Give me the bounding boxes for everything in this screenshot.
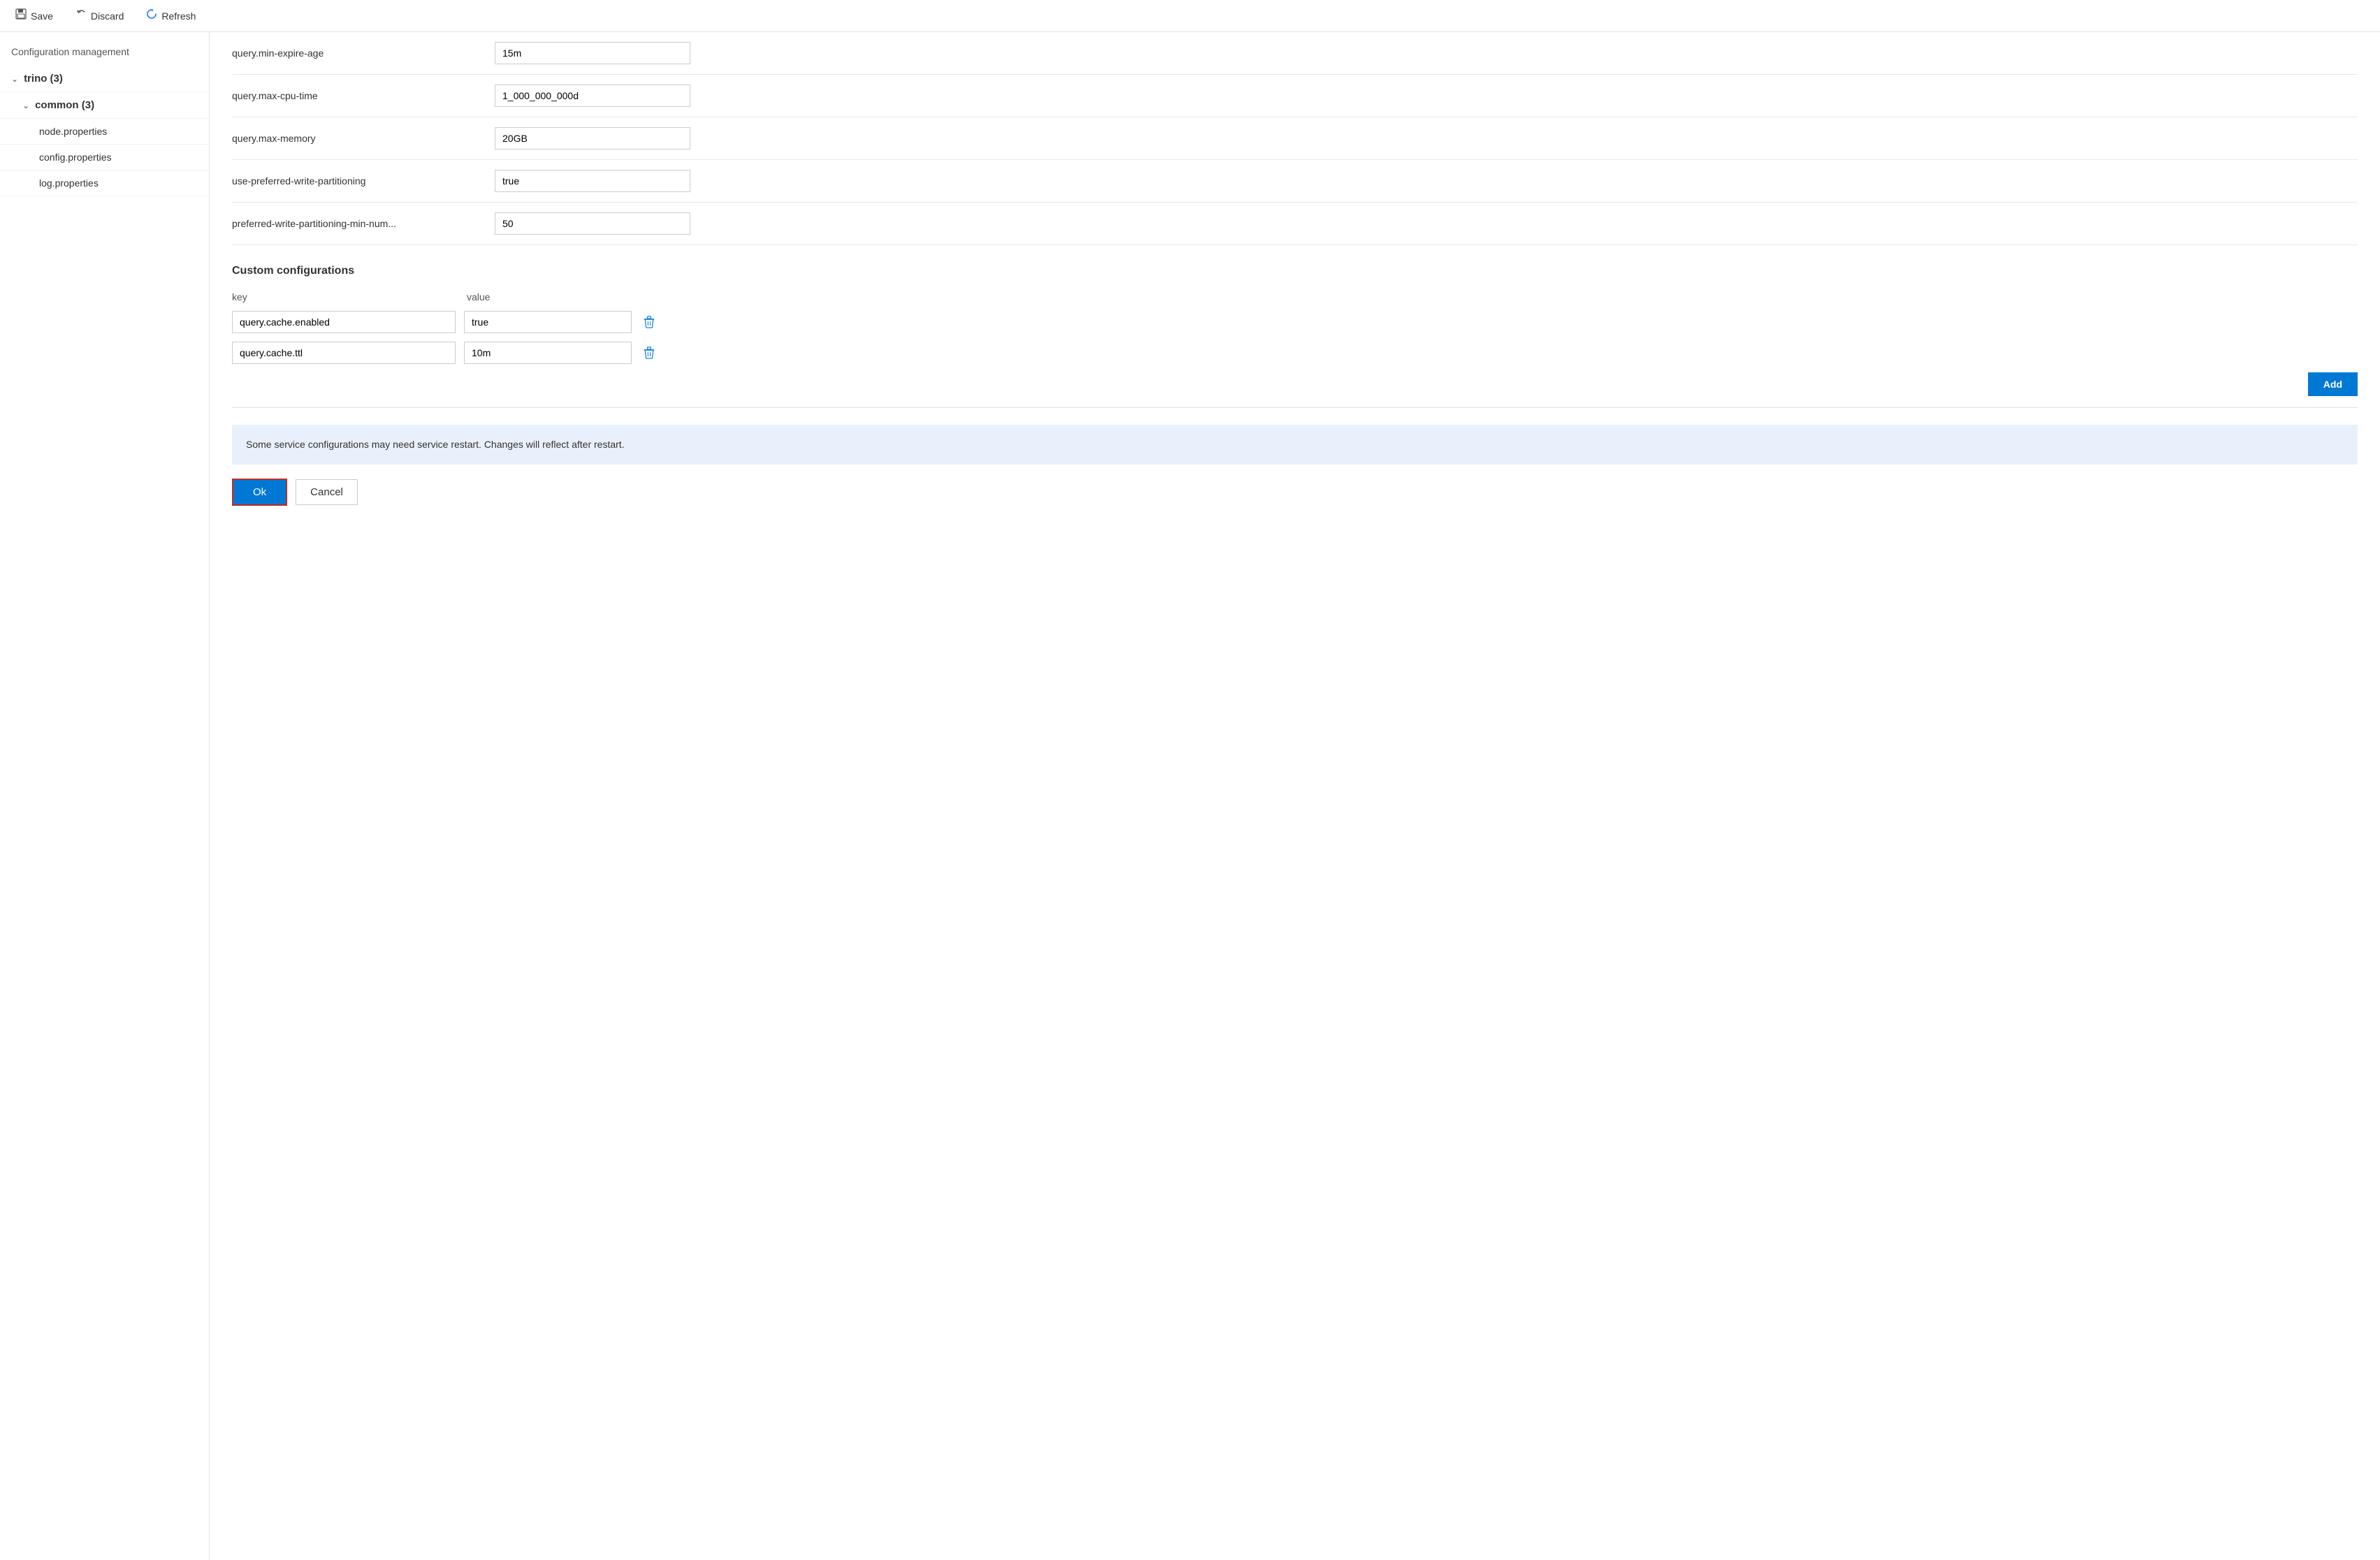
delete-entry-button[interactable] [640, 313, 658, 331]
config-value-input[interactable] [495, 127, 690, 150]
dialog-buttons: Ok Cancel [232, 479, 2358, 506]
custom-key-input[interactable] [232, 311, 456, 333]
config-key-label: query.max-memory [232, 133, 484, 144]
log-properties-label: log.properties [39, 177, 99, 189]
refresh-button[interactable]: Refresh [142, 6, 200, 26]
tree-root-label: trino (3) [24, 73, 63, 85]
config-value-input[interactable] [495, 170, 690, 192]
refresh-label: Refresh [161, 10, 196, 22]
tree-item-node-properties[interactable]: node.properties [0, 119, 209, 145]
tree-item-config-properties[interactable]: config.properties [0, 145, 209, 170]
main-layout: Configuration management ⌄ trino (3) ⌄ c… [0, 32, 2380, 1560]
config-key-label: preferred-write-partitioning-min-num... [232, 218, 484, 229]
chevron-down-icon: ⌄ [22, 101, 29, 110]
chevron-down-icon: ⌄ [11, 74, 18, 84]
toolbar: Save Discard Refresh [0, 0, 2380, 32]
config-value-field [495, 212, 690, 235]
refresh-icon [146, 8, 157, 23]
tree-item-common[interactable]: ⌄ common (3) [0, 92, 209, 119]
config-value-input[interactable] [495, 42, 690, 64]
discard-label: Discard [91, 10, 124, 22]
custom-configurations-section: Custom configurations key value [232, 265, 2358, 408]
config-value-field [495, 127, 690, 150]
custom-entries [232, 311, 2358, 364]
config-value-field [495, 85, 690, 107]
col-header-key: key [232, 291, 456, 302]
save-label: Save [31, 10, 53, 22]
custom-key-input[interactable] [232, 342, 456, 364]
custom-value-input[interactable] [464, 311, 632, 333]
tree-item-log-properties[interactable]: log.properties [0, 170, 209, 196]
config-value-input[interactable] [495, 212, 690, 235]
save-icon [15, 8, 27, 23]
info-message: Some service configurations may need ser… [232, 425, 2358, 465]
config-properties-label: config.properties [39, 152, 112, 163]
save-button[interactable]: Save [11, 6, 57, 26]
tree-child-label: common (3) [35, 99, 94, 111]
custom-section-title: Custom configurations [232, 265, 2358, 277]
config-rows: query.min-expire-age query.max-cpu-time … [232, 32, 2358, 245]
node-properties-label: node.properties [39, 126, 107, 137]
config-value-field [495, 170, 690, 192]
cancel-button[interactable]: Cancel [296, 479, 358, 505]
add-row: Add [232, 372, 2358, 408]
custom-columns-header: key value [232, 291, 2358, 302]
delete-entry-button[interactable] [640, 344, 658, 362]
config-row: use-preferred-write-partitioning [232, 160, 2358, 203]
sidebar: Configuration management ⌄ trino (3) ⌄ c… [0, 32, 210, 1560]
config-value-input[interactable] [495, 85, 690, 107]
tree-item-trino[interactable]: ⌄ trino (3) [0, 66, 209, 92]
add-button[interactable]: Add [2308, 372, 2358, 396]
config-value-field [495, 42, 690, 64]
sidebar-title: Configuration management [0, 38, 209, 66]
content-panel: query.min-expire-age query.max-cpu-time … [210, 32, 2380, 1560]
config-key-label: query.max-cpu-time [232, 90, 484, 101]
custom-entry [232, 311, 2358, 333]
config-row: query.max-memory [232, 117, 2358, 160]
config-row: preferred-write-partitioning-min-num... [232, 203, 2358, 245]
config-key-label: query.min-expire-age [232, 48, 484, 59]
custom-entry [232, 342, 2358, 364]
custom-value-input[interactable] [464, 342, 632, 364]
discard-button[interactable]: Discard [71, 6, 128, 26]
discard-icon [75, 8, 87, 23]
ok-button[interactable]: Ok [232, 479, 287, 506]
config-key-label: use-preferred-write-partitioning [232, 175, 484, 187]
config-row: query.max-cpu-time [232, 75, 2358, 117]
col-header-value: value [467, 291, 634, 302]
config-row: query.min-expire-age [232, 32, 2358, 75]
